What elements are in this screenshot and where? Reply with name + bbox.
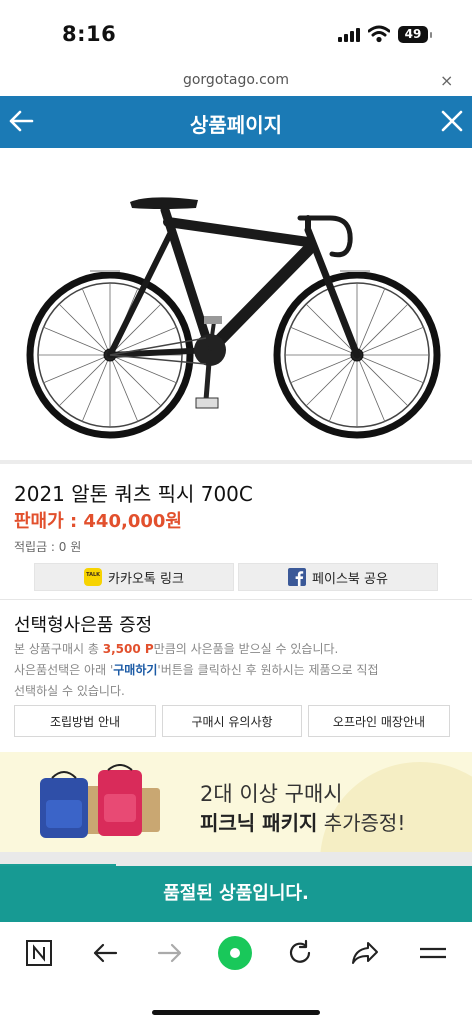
bike-saddle [130, 197, 198, 209]
offline-store-button[interactable]: 오프라인 매장안내 [308, 705, 450, 737]
facebook-icon [288, 568, 307, 586]
gift-line-1: 본 상품구매시 총 3,500 P만큼의 사은품을 받으실 수 있습니다. [14, 639, 338, 659]
divider [0, 599, 472, 600]
back-icon[interactable] [90, 936, 120, 970]
sold-out-bar: 품절된 상품입니다. [0, 866, 472, 922]
product-points: 적립금 : 0 원 [14, 540, 82, 554]
gift-line-2-suffix: '버튼을 클릭하신 후 원하시는 제품으로 직접 [157, 663, 379, 677]
kakaotalk-icon-text: TALK [86, 572, 101, 578]
product-name: 2021 알톤 쿼츠 픽시 700C [14, 482, 253, 506]
bike-frame [107, 200, 361, 359]
gift-line-1-suffix: 만큼의 사은품을 받으실 수 있습니다. [153, 642, 339, 656]
status-bar: 8:16 49 [0, 0, 472, 70]
purchase-notice-button[interactable]: 구매시 유의사항 [162, 705, 302, 737]
battery-icon: 49 [398, 26, 432, 43]
page-header: 상품페이지 [0, 96, 472, 148]
banner-line-2-rest: 추가증정! [317, 811, 406, 835]
home-indicator [152, 1010, 320, 1015]
facebook-share-label: 페이스북 공유 [312, 571, 388, 587]
green-dot-icon[interactable] [217, 936, 253, 970]
close-tab-icon[interactable]: × [440, 71, 453, 90]
browser-toolbar [0, 924, 472, 1024]
gift-points-highlight: 3,500 P [102, 642, 154, 656]
close-icon[interactable] [440, 109, 464, 133]
product-image [26, 197, 441, 439]
signal-icon [338, 28, 362, 42]
gift-line-2: 사은품선택은 아래 '구매하기'버튼을 클릭하신 후 원하시는 제품으로 직접 [14, 660, 379, 680]
naver-home-icon[interactable] [24, 936, 54, 970]
status-time: 8:16 [62, 22, 117, 46]
banner-highlight: 피크닉 패키지 [200, 811, 318, 835]
product-price: 판매가 : 440,000원 [14, 511, 182, 532]
gift-line-1-prefix: 본 상품구매시 총 [14, 642, 103, 656]
gift-line-2-prefix: 사은품선택은 아래 ' [14, 663, 114, 677]
gift-title: 선택형사은품 증정 [14, 615, 153, 636]
refresh-icon[interactable] [285, 936, 315, 970]
facebook-share-button[interactable]: 페이스북 공유 [238, 563, 438, 591]
banner-line-2: 피크닉 패키지 추가증정! [200, 807, 405, 836]
banner-line-1: 2대 이상 구매시 [200, 782, 343, 806]
menu-icon[interactable] [416, 936, 450, 970]
kakaotalk-icon: TALK [84, 568, 103, 586]
share-icon[interactable] [350, 936, 380, 970]
divider [0, 460, 472, 464]
wifi-icon [368, 25, 390, 43]
promo-banner[interactable]: 2대 이상 구매시 피크닉 패키지 추가증정! [0, 752, 472, 852]
gift-buy-highlight: 구매하기 [113, 663, 158, 677]
url-bar[interactable]: gorgotago.com × [0, 70, 472, 96]
page-title: 상품페이지 [190, 113, 282, 137]
assembly-guide-button[interactable]: 조립방법 안내 [14, 705, 156, 737]
url-text[interactable]: gorgotago.com [0, 72, 472, 88]
kakao-share-button[interactable]: TALK 카카오톡 링크 [34, 563, 234, 591]
gift-line-3: 선택하실 수 있습니다. [14, 684, 125, 698]
forward-icon[interactable] [155, 936, 185, 970]
kakao-share-label: 카카오톡 링크 [108, 571, 184, 587]
picnic-bag-image [40, 764, 160, 838]
